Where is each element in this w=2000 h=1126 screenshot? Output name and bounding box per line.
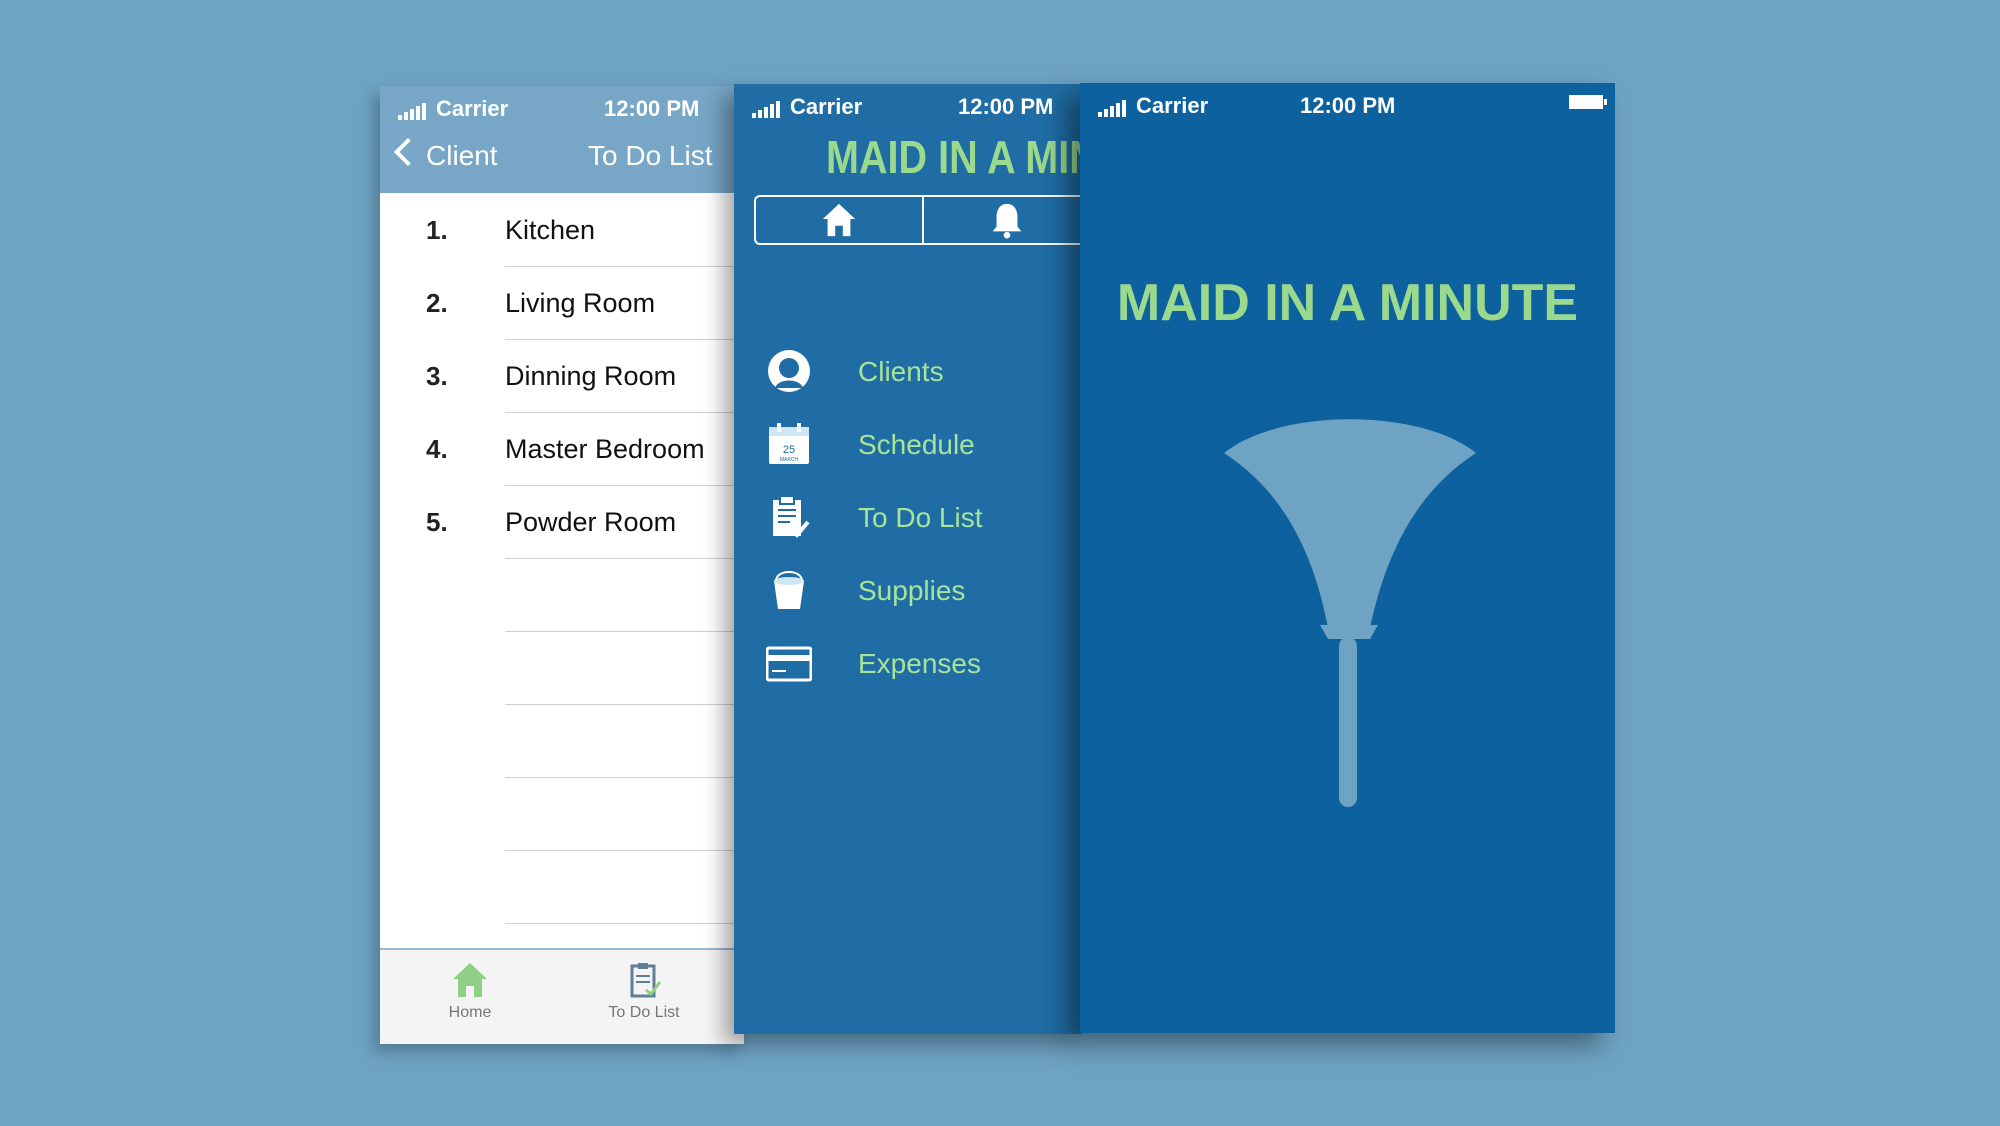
tab-label: To Do List — [608, 1004, 680, 1021]
splash-title: MAID IN A MINUTE — [1116, 274, 1579, 332]
item-number: 5. — [426, 507, 448, 537]
home-icon — [453, 963, 487, 997]
item-number: 1. — [426, 215, 448, 245]
calendar-icon: 25 MARCH — [769, 423, 809, 464]
menu-item-schedule[interactable]: 25 MARCH Schedule — [754, 413, 1074, 473]
clipboard-icon — [630, 963, 662, 998]
splash-screen: Carrier 12:00 PM MAID IN A MINUTE — [1080, 83, 1615, 1033]
menu-screen: Carrier 12:00 PM MAID IN A MINUTE Client… — [734, 84, 1082, 1034]
signal-icon — [1098, 99, 1128, 117]
segmented-control — [754, 195, 1082, 245]
menu-item-label: Schedule — [858, 429, 975, 460]
calendar-day: 25 — [783, 444, 795, 456]
item-label: Master Bedroom — [505, 434, 705, 464]
row-divider — [505, 558, 744, 559]
tab-home[interactable]: Home — [410, 960, 530, 1022]
bell-icon — [992, 203, 1022, 239]
item-label: Living Room — [505, 288, 656, 318]
list-item[interactable]: 4. Master Bedroom — [380, 412, 744, 485]
list-item[interactable]: 5. Powder Room — [380, 485, 744, 558]
list-item[interactable]: 2. Living Room — [380, 266, 744, 339]
item-label: Powder Room — [505, 507, 677, 537]
row-divider — [505, 923, 744, 924]
clipboard-check-icon — [773, 495, 810, 538]
signal-icon — [752, 100, 782, 118]
carrier-label: Carrier — [436, 96, 509, 121]
list-item[interactable]: 1. Kitchen — [380, 193, 744, 266]
item-label: Dinning Room — [505, 361, 677, 391]
status-time: 12:00 PM — [958, 94, 1054, 119]
back-button[interactable]: Client — [393, 137, 498, 172]
status-time: 12:00 PM — [604, 96, 700, 121]
chevron-left-icon — [393, 137, 423, 167]
menu-item-label: Expenses — [858, 648, 981, 679]
tab-bar: Home To Do List — [380, 948, 744, 1044]
tab-todo-list[interactable]: To Do List — [584, 960, 704, 1022]
row-divider — [505, 631, 744, 632]
page-title: To Do List — [588, 140, 713, 171]
status-bar: Carrier 12:00 PM — [734, 84, 1082, 124]
home-segment-button[interactable] — [756, 197, 922, 243]
item-number: 2. — [426, 288, 448, 318]
list-item[interactable]: 3. Dinning Room — [380, 339, 744, 412]
signal-icon — [398, 102, 428, 120]
menu-item-label: Clients — [858, 356, 944, 387]
menu-item-label: Supplies — [858, 575, 966, 606]
home-icon — [822, 203, 856, 237]
status-bar: Carrier 12:00 PM — [380, 86, 744, 126]
battery-icon — [1569, 95, 1607, 109]
menu-item-supplies[interactable]: Supplies — [754, 559, 1074, 619]
notifications-segment-button[interactable] — [924, 197, 1082, 243]
row-divider — [505, 850, 744, 851]
carrier-label: Carrier — [790, 94, 863, 119]
item-label: Kitchen — [505, 215, 596, 245]
menu-item-clients[interactable]: Clients — [754, 340, 1074, 400]
credit-card-icon — [766, 646, 812, 682]
menu-item-label: To Do List — [858, 502, 983, 533]
todo-screen: Carrier 12:00 PM Client To Do List 1. Ki… — [380, 86, 744, 1044]
tab-label: Home — [448, 1004, 492, 1021]
calendar-month: MARCH — [780, 457, 799, 463]
status-time: 12:00 PM — [1300, 93, 1396, 118]
back-label: Client — [426, 140, 498, 171]
item-number: 3. — [426, 361, 448, 391]
status-bar: Carrier 12:00 PM — [1080, 83, 1615, 123]
menu-item-expenses[interactable]: Expenses — [754, 632, 1074, 692]
row-divider — [505, 704, 744, 705]
person-icon — [768, 350, 810, 392]
app-title: MAID IN A MINUTE — [826, 131, 1082, 183]
row-divider — [505, 777, 744, 778]
feather-duster-icon — [1224, 419, 1476, 807]
item-number: 4. — [426, 434, 448, 464]
bucket-icon — [774, 571, 804, 609]
menu-item-todo-list[interactable]: To Do List — [754, 486, 1074, 546]
carrier-label: Carrier — [1136, 93, 1209, 118]
